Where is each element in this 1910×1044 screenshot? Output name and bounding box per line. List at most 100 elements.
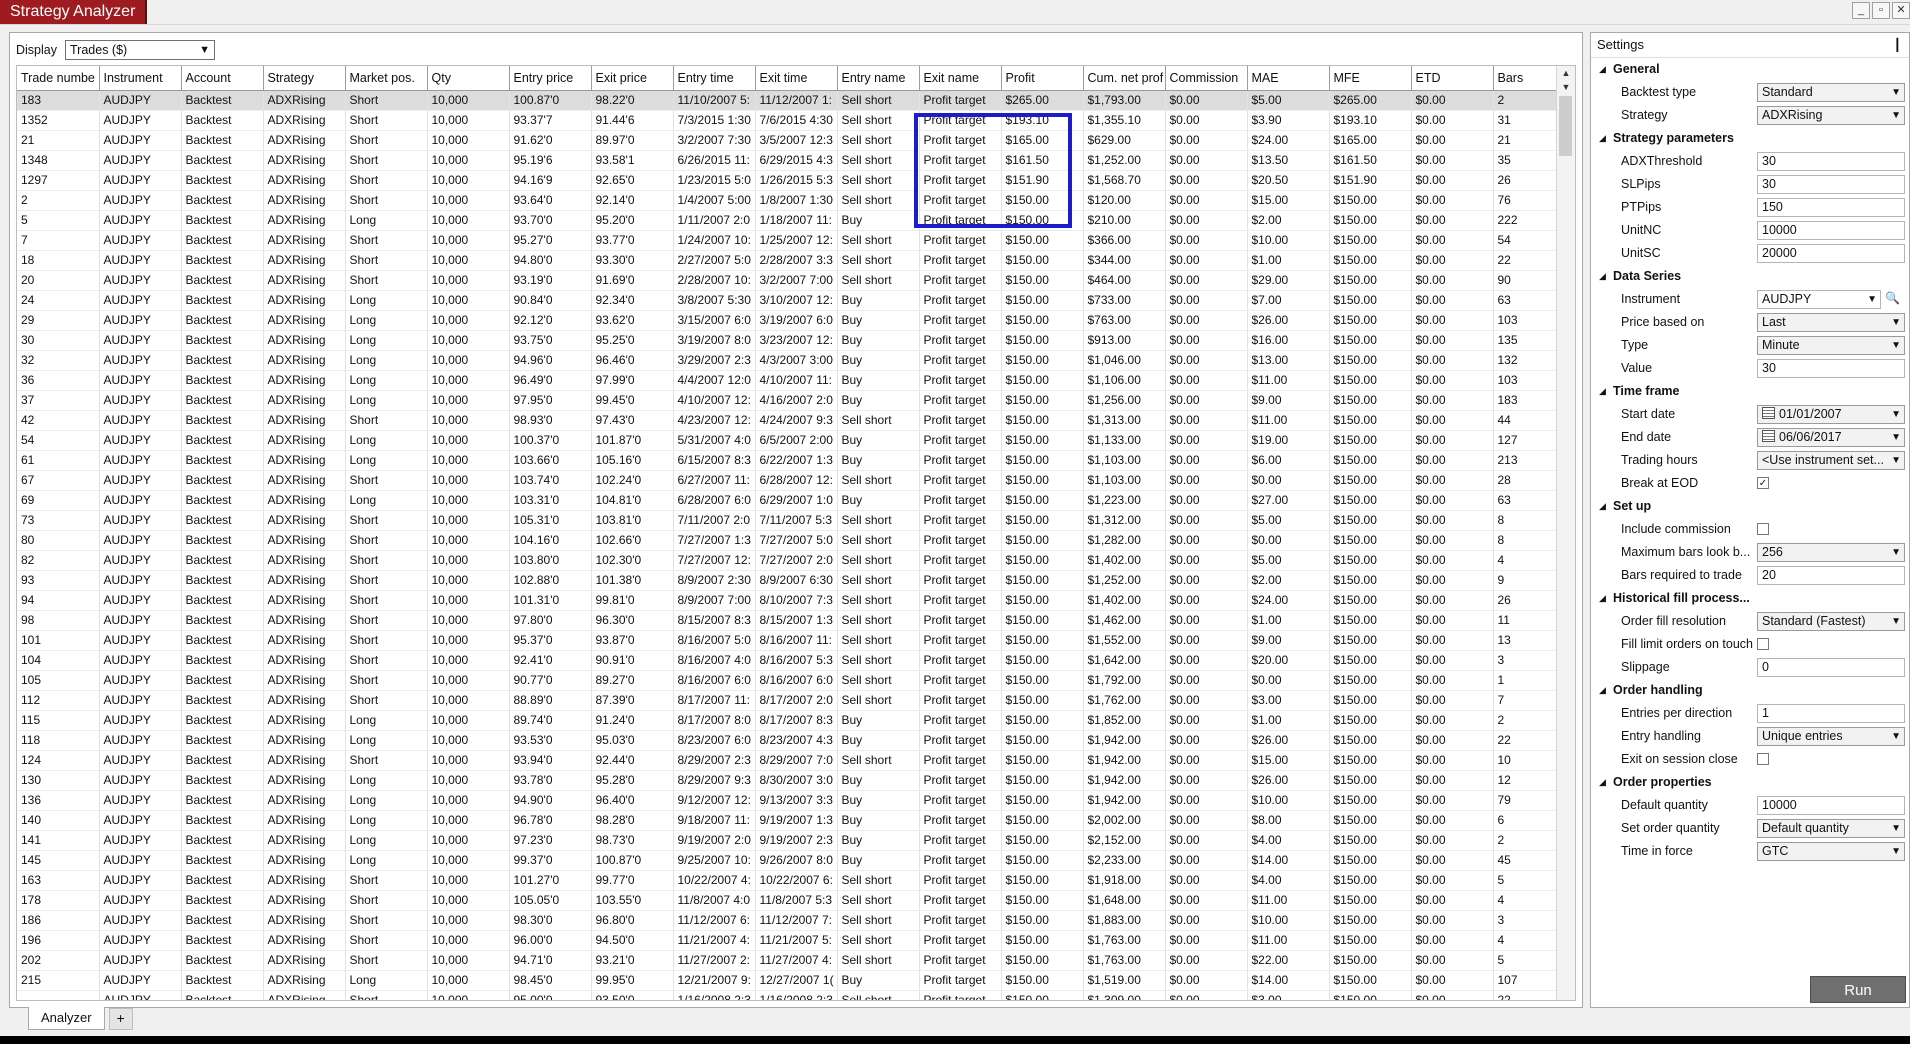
property-select[interactable]: 256 ▼ [1757,543,1905,562]
collapse-triangle-icon[interactable]: ◢ [1599,679,1606,702]
property-input[interactable]: 10000 [1757,221,1905,240]
property-select[interactable]: Standard (Fastest) ▼ [1757,612,1905,631]
column-header[interactable]: Strategy [263,66,346,91]
column-header[interactable]: Market pos. [345,66,428,91]
minimize-icon[interactable]: _ [1852,2,1870,19]
column-header[interactable]: Qty [427,66,510,91]
property-input[interactable]: 10000 [1757,796,1905,815]
table-row[interactable]: 202 AUDJPY Backtest ADXRising Short 10,000 94.… [17,950,1559,971]
column-header[interactable]: Trade numbe [17,66,100,91]
table-row[interactable]: 80 AUDJPY Backtest ADXRising Short 10,000 104.… [17,530,1559,551]
table-row[interactable]: 29 AUDJPY Backtest ADXRising Long 10,000 92.12… [17,310,1559,331]
pin-icon[interactable]: ┃ [1894,33,1901,57]
table-row[interactable]: 94 AUDJPY Backtest ADXRising Short 10,000 101.… [17,590,1559,611]
table-row[interactable]: 1352 AUDJPY Backtest ADXRising Short 10,000 93… [17,110,1559,131]
add-tab-button[interactable]: + [108,1008,133,1030]
table-row[interactable]: 18 AUDJPY Backtest ADXRising Short 10,000 94.8… [17,250,1559,271]
table-row[interactable]: 104 AUDJPY Backtest ADXRising Short 10,000 92.… [17,650,1559,671]
maximize-icon[interactable]: ▫ [1872,2,1890,19]
property-input[interactable]: 30 [1757,175,1905,194]
settings-section-header[interactable]: ◢ Data Series [1591,265,1909,288]
property-input[interactable]: 20 [1757,566,1905,585]
column-header[interactable]: Profit [1001,66,1084,91]
table-row[interactable]: 112 AUDJPY Backtest ADXRising Short 10,000 88.… [17,690,1559,711]
table-row[interactable]: 24 AUDJPY Backtest ADXRising Long 10,000 90.84… [17,290,1559,311]
table-row[interactable]: 54 AUDJPY Backtest ADXRising Long 10,000 100.3… [17,430,1559,451]
table-row[interactable]: 69 AUDJPY Backtest ADXRising Long 10,000 103.3… [17,490,1559,511]
property-select[interactable]: Unique entries ▼ [1757,727,1905,746]
table-row[interactable]: 42 AUDJPY Backtest ADXRising Short 10,000 98.9… [17,410,1559,431]
property-input[interactable]: 1 [1757,704,1905,723]
table-row[interactable]: 105 AUDJPY Backtest ADXRising Short 10,000 90.… [17,670,1559,691]
close-icon[interactable]: ✕ [1892,2,1910,19]
table-row[interactable]: 5 AUDJPY Backtest ADXRising Long 10,000 93.70'… [17,210,1559,231]
table-row[interactable]: 2 AUDJPY Backtest ADXRising Short 10,000 93.64… [17,190,1559,211]
column-header[interactable]: Exit time [755,66,838,91]
table-row[interactable]: 215 AUDJPY Backtest ADXRising Long 10,000 98.4… [17,970,1559,991]
property-checkbox[interactable]: ✓ [1757,477,1769,489]
column-header[interactable]: Entry name [837,66,920,91]
column-header[interactable]: Bars [1493,66,1559,91]
table-row[interactable]: 196 AUDJPY Backtest ADXRising Short 10,000 96.… [17,930,1559,951]
property-checkbox[interactable] [1757,523,1769,535]
settings-section-header[interactable]: ◢ Historical fill process... [1591,587,1909,610]
table-row[interactable]: 30 AUDJPY Backtest ADXRising Long 10,000 93.75… [17,330,1559,351]
collapse-triangle-icon[interactable]: ◢ [1599,265,1606,288]
column-header[interactable]: Exit name [919,66,1002,91]
calendar-icon[interactable] [1762,407,1775,419]
collapse-triangle-icon[interactable]: ◢ [1599,771,1606,794]
table-row[interactable]: 1297 AUDJPY Backtest ADXRising Short 10,000 94… [17,170,1559,191]
property-select[interactable]: Last ▼ [1757,313,1905,332]
table-row[interactable]: 20 AUDJPY Backtest ADXRising Short 10,000 93.1… [17,270,1559,291]
table-row[interactable]: 186 AUDJPY Backtest ADXRising Short 10,000 98.… [17,910,1559,931]
table-row[interactable]: 140 AUDJPY Backtest ADXRising Long 10,000 96.7… [17,810,1559,831]
table-row[interactable]: 118 AUDJPY Backtest ADXRising Long 10,000 93.5… [17,730,1559,751]
property-checkbox[interactable] [1757,753,1769,765]
property-select[interactable]: <Use instrument set... ▼ [1757,451,1905,470]
column-header[interactable]: MAE [1247,66,1330,91]
column-header[interactable]: Cum. net prof [1083,66,1166,91]
table-row[interactable]: 145 AUDJPY Backtest ADXRising Long 10,000 99.3… [17,850,1559,871]
collapse-triangle-icon[interactable]: ◢ [1599,127,1606,150]
property-checkbox[interactable] [1757,638,1769,650]
search-icon[interactable]: 🔍 [1885,291,1900,305]
table-row[interactable]: 124 AUDJPY Backtest ADXRising Short 10,000 93.… [17,750,1559,771]
vertical-scrollbar[interactable]: ▲ ▼ [1556,66,1575,1000]
settings-section-header[interactable]: ◢ Order properties [1591,771,1909,794]
table-row[interactable]: 163 AUDJPY Backtest ADXRising Short 10,000 101… [17,870,1559,891]
table-row[interactable]: 93 AUDJPY Backtest ADXRising Short 10,000 102.… [17,570,1559,591]
property-input[interactable]: 30 [1757,359,1905,378]
property-input[interactable]: 0 [1757,658,1905,677]
property-select[interactable]: Default quantity ▼ [1757,819,1905,838]
table-row[interactable]: 32 AUDJPY Backtest ADXRising Long 10,000 94.96… [17,350,1559,371]
scrollbar-thumb[interactable] [1559,96,1572,156]
collapse-triangle-icon[interactable]: ◢ [1599,380,1606,403]
column-header[interactable]: ETD [1411,66,1494,91]
column-header[interactable]: Commission [1165,66,1248,91]
table-row[interactable]: 37 AUDJPY Backtest ADXRising Long 10,000 97.95… [17,390,1559,411]
column-header[interactable]: Entry price [509,66,592,91]
property-select[interactable]: 01/01/2007 ▼ [1757,405,1905,424]
scroll-up-icon[interactable]: ▲ [1557,66,1575,80]
settings-section-header[interactable]: ◢ Strategy parameters [1591,127,1909,150]
collapse-triangle-icon[interactable]: ◢ [1599,587,1606,610]
collapse-triangle-icon[interactable]: ◢ [1599,58,1606,81]
calendar-icon[interactable] [1762,430,1775,442]
collapse-triangle-icon[interactable]: ◢ [1599,495,1606,518]
property-select[interactable]: GTC ▼ [1757,842,1905,861]
table-row[interactable]: AUDJPY Backtest ADXRising Short 10,000 95.00'… [17,990,1559,1000]
table-row[interactable]: 130 AUDJPY Backtest ADXRising Long 10,000 93.7… [17,770,1559,791]
property-input[interactable]: 150 [1757,198,1905,217]
settings-section-header[interactable]: ◢ Order handling [1591,679,1909,702]
table-row[interactable]: 82 AUDJPY Backtest ADXRising Short 10,000 103.… [17,550,1559,571]
table-row[interactable]: 115 AUDJPY Backtest ADXRising Long 10,000 89.7… [17,710,1559,731]
property-select[interactable]: AUDJPY ▼ [1757,290,1881,309]
property-select[interactable]: Minute ▼ [1757,336,1905,355]
column-header[interactable]: Account [181,66,264,91]
property-select[interactable]: 06/06/2017 ▼ [1757,428,1905,447]
table-row[interactable]: 98 AUDJPY Backtest ADXRising Short 10,000 97.8… [17,610,1559,631]
table-row[interactable]: 101 AUDJPY Backtest ADXRising Short 10,000 95.… [17,630,1559,651]
table-row[interactable]: 178 AUDJPY Backtest ADXRising Short 10,000 105… [17,890,1559,911]
table-row[interactable]: 136 AUDJPY Backtest ADXRising Long 10,000 94.9… [17,790,1559,811]
table-row[interactable]: 21 AUDJPY Backtest ADXRising Short 10,000 91.6… [17,130,1559,151]
